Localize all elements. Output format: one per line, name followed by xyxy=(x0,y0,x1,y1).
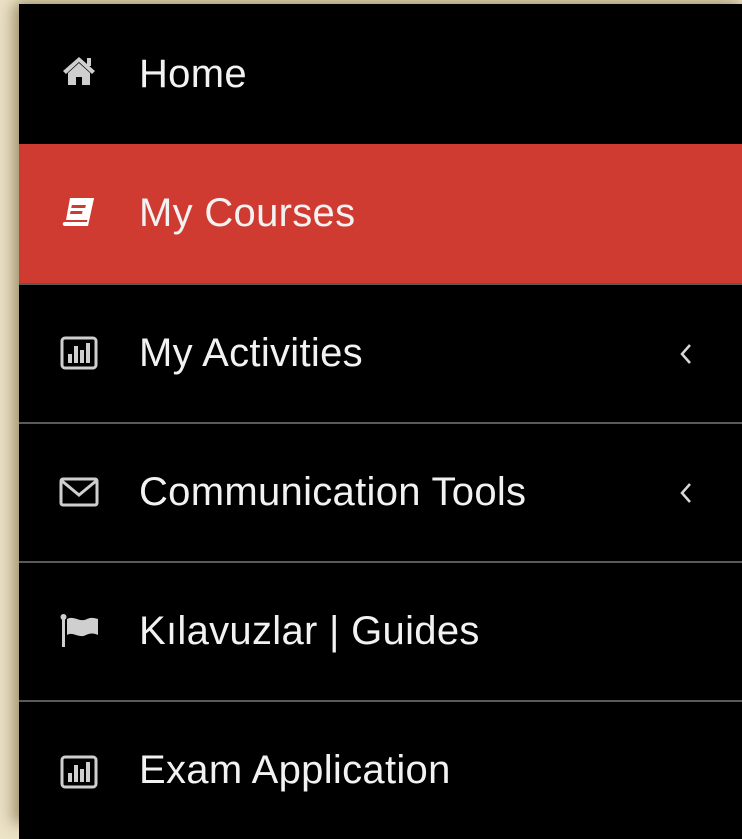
sidebar-item-label: My Courses xyxy=(139,191,356,235)
sidebar-item-label: Communication Tools xyxy=(139,470,527,514)
bar-chart-icon xyxy=(57,750,101,794)
book-icon xyxy=(57,191,101,235)
sidebar-item-label: Kılavuzlar | Guides xyxy=(139,609,480,653)
home-icon xyxy=(57,48,101,92)
sidebar-item-my-activities[interactable]: My Activities xyxy=(19,285,742,422)
chevron-left-icon xyxy=(676,478,696,508)
sidebar-item-label: Home xyxy=(139,51,247,96)
sidebar-item-label: My Activities xyxy=(139,331,363,375)
flag-icon xyxy=(57,609,101,653)
sidebar-item-label: Exam Application xyxy=(139,748,451,792)
sidebar-item-exam-application[interactable]: Exam Application xyxy=(19,702,742,839)
sidebar-item-communication-tools[interactable]: Communication Tools xyxy=(19,424,742,561)
chevron-left-icon xyxy=(676,339,696,369)
sidebar-item-guides[interactable]: Kılavuzlar | Guides xyxy=(19,563,742,700)
sidebar-item-home[interactable]: Home xyxy=(19,4,742,144)
sidebar-menu: Home My Courses My Activities Communicat… xyxy=(19,4,742,839)
envelope-icon xyxy=(57,470,101,514)
bar-chart-icon xyxy=(57,331,101,375)
sidebar-item-my-courses[interactable]: My Courses xyxy=(19,144,742,283)
